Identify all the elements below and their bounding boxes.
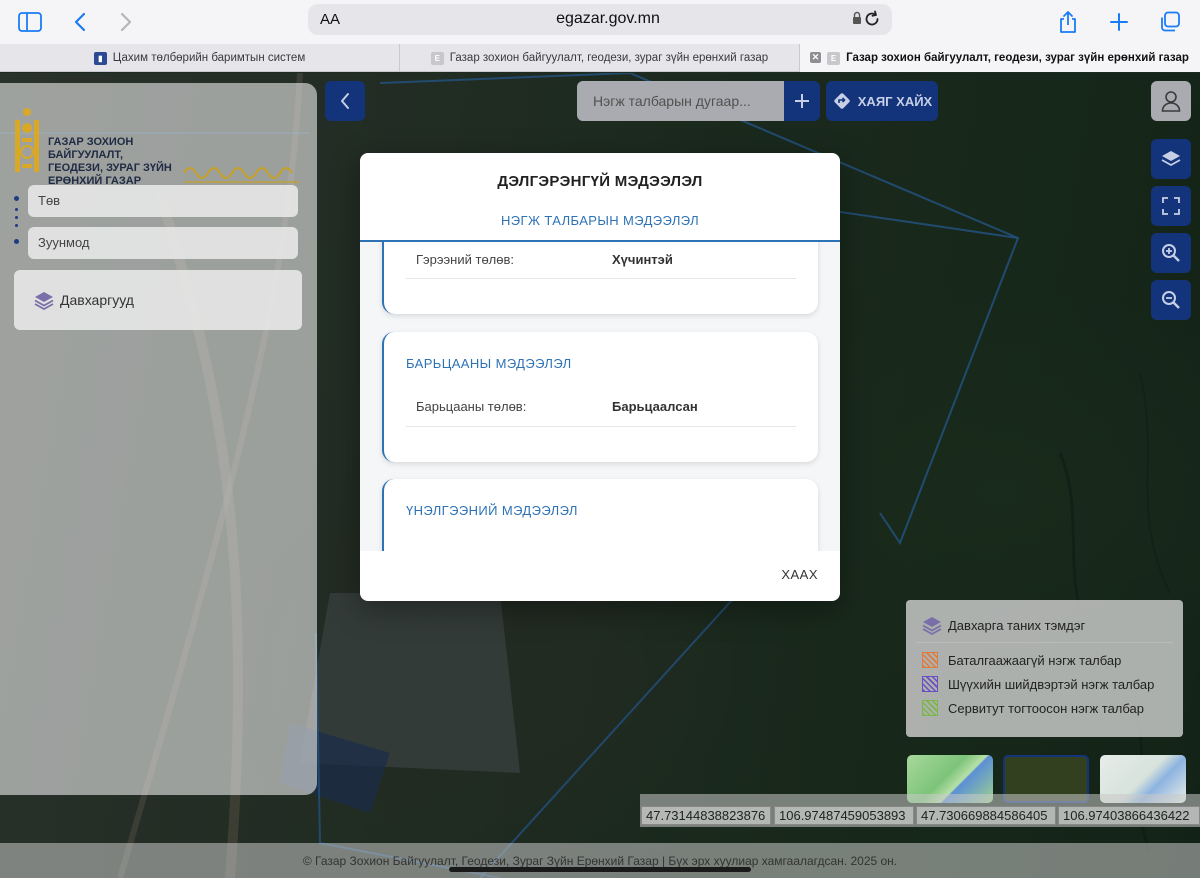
- legend-item: Сервитут тогтоосон нэгж талбар: [922, 700, 1144, 716]
- mortgage-status-value: Барьцаалсан: [612, 399, 698, 414]
- layers-icon: [34, 292, 54, 310]
- tab-label: Газар зохион байгуулалт, геодези, зураг …: [449, 52, 769, 64]
- tab-egazar-active[interactable]: ✕ E Газар зохион байгуулалт, геодези, зу…: [800, 44, 1200, 72]
- new-tab-icon[interactable]: [1103, 6, 1135, 38]
- left-panel: Газар зохион байгуулалт, геодези, зураг …: [0, 83, 317, 795]
- legend-swatch-orange: [922, 652, 938, 668]
- user-account-button[interactable]: [1151, 81, 1191, 121]
- zoom-in-icon: [1162, 244, 1180, 262]
- divider: [406, 426, 796, 427]
- fullscreen-icon: [1162, 197, 1180, 215]
- home-indicator[interactable]: [449, 867, 751, 872]
- step-dot: [14, 239, 19, 244]
- forward-icon[interactable]: [110, 6, 142, 38]
- divider: [406, 278, 796, 279]
- legend-divider: [916, 642, 1173, 643]
- address-bar[interactable]: AA egazar.gov.mn: [308, 4, 892, 35]
- step-dot: [15, 224, 18, 227]
- legend-item: Баталгаажаагүй нэгж талбар: [922, 652, 1121, 668]
- favicon-icon: E: [430, 51, 444, 65]
- collapse-panel-button[interactable]: [325, 81, 365, 121]
- mortgage-card: БАРЬЦААНЫ МЭДЭЭЛЭЛ Барьцааны төлөв: Барь…: [382, 332, 818, 462]
- tab-egazar[interactable]: E Газар зохион байгуулалт, геодези, зура…: [400, 44, 800, 72]
- close-tab-icon[interactable]: ✕: [810, 52, 821, 63]
- details-modal: ДЭЛГЭРЭНГҮЙ МЭДЭЭЛЭЛ НЭГЖ ТАЛБАРЫН МЭДЭЭ…: [360, 153, 840, 601]
- mortgage-status-label: Барьцааны төлөв:: [416, 399, 527, 414]
- mortgage-heading: БАРЬЦААНЫ МЭДЭЭЛЭЛ: [406, 356, 572, 371]
- plus-icon: [795, 94, 809, 108]
- layers-icon: [1161, 151, 1181, 167]
- add-parcel-search-button[interactable]: [784, 81, 820, 121]
- step-dot: [15, 216, 18, 219]
- sidebar-toggle-icon[interactable]: [14, 6, 46, 38]
- contract-status-label: Гэрээний төлөв:: [416, 252, 515, 267]
- parcel-search-input[interactable]: Нэгж талбарын дугаар...: [577, 81, 784, 121]
- zoom-in-button[interactable]: [1151, 233, 1191, 273]
- legend-swatch-green: [922, 700, 938, 716]
- zoom-out-icon: [1162, 291, 1180, 309]
- reload-icon[interactable]: [862, 9, 882, 34]
- legend-label: Сервитут тогтоосон нэгж талбар: [948, 700, 1144, 716]
- valuation-heading: ҮНЭЛГЭЭНИЙ МЭДЭЭЛЭЛ: [406, 503, 578, 518]
- step-dot: [15, 208, 18, 211]
- directions-icon: [834, 93, 850, 109]
- layers-label: Давхаргууд: [60, 292, 134, 308]
- layers-icon: [922, 617, 942, 635]
- coordinate-value: 106.97403866436422: [1058, 806, 1200, 825]
- find-address-label: ХАЯГ ХАЙХ: [857, 93, 933, 109]
- soyombo-emblem-icon: [15, 108, 39, 172]
- contract-status-value: Хүчинтэй: [612, 252, 673, 267]
- browser-toolbar: AA egazar.gov.mn: [0, 0, 1200, 44]
- map-legend: Давхарга таних тэмдэг Баталгаажаагүй нэг…: [906, 600, 1183, 737]
- coordinate-value: 47.730669884586405: [916, 806, 1056, 825]
- layers-panel[interactable]: Давхаргууд: [14, 270, 302, 330]
- district-select[interactable]: Зуунмод: [28, 227, 298, 259]
- agency-name: Газар зохион байгуулалт, геодези, зураг …: [48, 136, 172, 187]
- legend-swatch-purple: [922, 676, 938, 692]
- valuation-card: ҮНЭЛГЭЭНИЙ МЭДЭЭЛЭЛ: [382, 479, 818, 551]
- tab-overview-icon[interactable]: [1154, 6, 1186, 38]
- coordinate-readout: 47.73144838823876 106.97487459053893 47.…: [640, 794, 1200, 827]
- legend-label: Баталгаажаагүй нэгж талбар: [948, 652, 1122, 668]
- tab-parcel-info[interactable]: НЭГЖ ТАЛБАРЫН МЭДЭЭЛЭЛ: [360, 213, 840, 228]
- back-icon[interactable]: [64, 6, 96, 38]
- modal-content-scroll[interactable]: Гэрээний төлөв: Хүчинтэй БАРЬЦААНЫ МЭДЭЭ…: [360, 242, 840, 551]
- page-footer: © Газар Зохион Байгуулалт, Геодези, Зура…: [0, 843, 1200, 878]
- coordinate-value: 47.73144838823876: [641, 806, 771, 825]
- modal-title: ДЭЛГЭРЭНГҮЙ МЭДЭЭЛЭЛ: [497, 173, 703, 190]
- tab-ebarimt[interactable]: ▮ Цахим төлбөрийн баримтын систем: [0, 44, 400, 72]
- zoom-out-button[interactable]: [1151, 280, 1191, 320]
- contract-card: Гэрээний төлөв: Хүчинтэй: [382, 242, 818, 314]
- legend-title: Давхарга таних тэмдэг: [948, 618, 1086, 633]
- agency-logo: Газар зохион байгуулалт, геодези, зураг …: [12, 98, 312, 187]
- close-button[interactable]: ХААХ: [781, 567, 818, 582]
- tab-label: Цахим төлбөрийн баримтын систем: [112, 52, 306, 64]
- favicon-icon: ▮: [93, 51, 107, 65]
- favicon-icon: E: [827, 51, 841, 65]
- user-icon: [1161, 91, 1181, 112]
- tab-label: Газар зохион байгуулалт, геодези, зураг …: [846, 52, 1189, 64]
- coordinate-value: 106.97487459053893: [774, 806, 914, 825]
- tab-bar: ▮ Цахим төлбөрийн баримтын систем E Газа…: [0, 44, 1200, 72]
- legend-label: Шүүхийн шийдвэртэй нэгж талбар: [948, 676, 1155, 692]
- url-text: egazar.gov.mn: [556, 10, 660, 27]
- step-dot: [14, 196, 19, 201]
- share-icon[interactable]: [1052, 6, 1084, 38]
- chevron-left-icon: [341, 93, 349, 109]
- legend-item: Шүүхийн шийдвэртэй нэгж талбар: [922, 676, 1154, 692]
- province-select[interactable]: Төв: [28, 185, 298, 217]
- layer-switch-button[interactable]: [1151, 139, 1191, 179]
- find-address-button[interactable]: ХАЯГ ХАЙХ: [826, 81, 938, 121]
- fullscreen-button[interactable]: [1151, 186, 1191, 226]
